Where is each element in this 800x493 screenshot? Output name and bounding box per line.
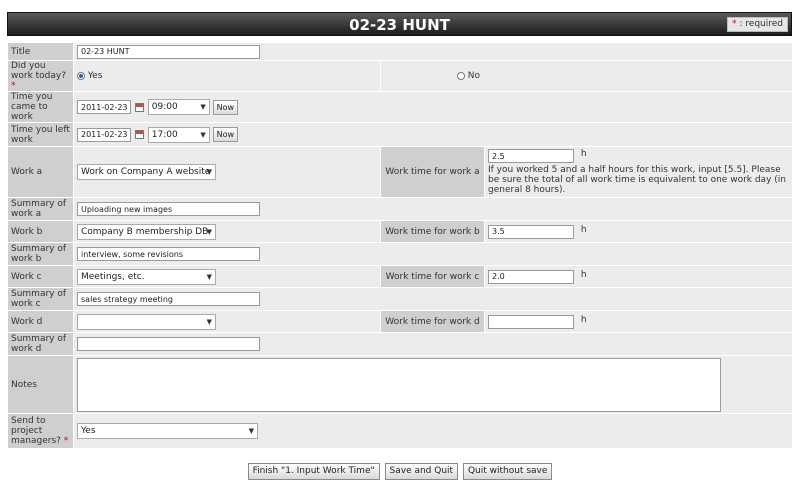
form-actions: Finish "1. Input Work Time" Save and Qui… [0,463,800,480]
chevron-down-icon: ▼ [200,130,206,139]
work-a-label: Work a [7,146,74,198]
title-input[interactable] [77,44,260,59]
work-c-time-unit: h [580,269,587,280]
summary-b-label: Summary of work b [7,242,74,266]
required-star: * [732,19,737,29]
row-summary-b: Summary of work b [7,242,794,266]
send-pm-select[interactable]: Yes ▼ [77,423,258,439]
worked-today-label-text: Did you work today? [11,61,67,81]
chevron-down-icon: ▼ [206,272,212,281]
quit-without-save-button[interactable]: Quit without save [462,463,553,480]
work-c-time-input[interactable] [488,269,574,284]
row-summary-d: Summary of work d [7,332,794,356]
work-b-select[interactable]: Company B membership DB ▼ [77,223,216,240]
left-now-button[interactable]: Now [212,127,239,142]
work-a-time-unit: h [580,149,587,159]
row-time-left: Time you left work 17:00 ▼ Now [7,122,794,147]
work-d-time-input[interactable] [488,314,574,329]
work-b-value: Company B membership DB [81,226,209,237]
page-header: 02-23 HUNT * : required [7,12,792,36]
work-report-form: Title Did you work today? * Yes No Time … [7,42,794,449]
row-time-came: Time you came to work 09:00 ▼ Now [7,91,794,123]
save-quit-button[interactable]: Save and Quit [384,463,459,480]
required-legend-text: : required [739,19,783,29]
page-title: 02-23 HUNT [349,16,450,34]
send-pm-label-text: Send to project managers? [11,416,61,446]
summary-d-label: Summary of work d [7,332,74,356]
summary-a-label: Summary of work a [7,197,74,221]
work-d-time-unit: h [580,314,587,325]
came-now-button[interactable]: Now [212,99,239,115]
required-star: * [11,81,16,91]
left-date-input[interactable] [77,127,131,142]
row-send-pm: Send to project managers? * Yes ▼ [7,413,794,449]
row-summary-c: Summary of work c [7,287,794,311]
send-pm-label: Send to project managers? * [7,413,74,449]
chevron-down-icon: ▼ [206,317,212,326]
work-a-time-label: Work time for work a [380,146,485,198]
work-d-label: Work d [7,310,74,333]
summary-a-input[interactable] [77,202,260,216]
worked-no-label[interactable]: No [468,71,480,81]
work-c-time-label: Work time for work c [380,265,485,288]
time-left-label: Time you left work [7,122,74,147]
work-c-select[interactable]: Meetings, etc. ▼ [77,268,216,285]
work-c-label: Work c [7,265,74,288]
send-pm-value: Yes [81,426,96,436]
work-c-value: Meetings, etc. [81,271,145,282]
work-time-hint: If you worked 5 and a half hours for thi… [488,165,786,195]
work-d-select[interactable]: ▼ [77,313,216,330]
came-time-value: 09:00 [151,102,178,112]
left-time-select[interactable]: 17:00 ▼ [147,126,210,143]
row-title: Title [7,42,794,61]
row-work-c: Work c Meetings, etc. ▼ Work time for wor… [7,265,794,288]
row-worked-today: Did you work today? * Yes No [7,60,794,92]
chevron-down-icon: ▼ [248,427,254,435]
row-work-b: Work b Company B membership DB ▼ Work tim… [7,220,794,243]
worked-no-radio[interactable] [456,71,465,80]
required-legend: * : required [727,17,788,32]
row-notes: Notes [7,355,794,414]
work-a-time-input[interactable] [488,149,574,163]
work-b-label: Work b [7,220,74,243]
calendar-icon[interactable] [134,130,144,139]
work-b-time-label: Work time for work b [380,220,485,243]
summary-d-input[interactable] [77,337,260,351]
chevron-down-icon: ▼ [206,227,212,236]
work-b-time-input[interactable] [488,224,574,239]
row-work-d: Work d ▼ Work time for work d h [7,310,794,333]
came-time-select[interactable]: 09:00 ▼ [147,99,210,115]
summary-b-input[interactable] [77,247,260,261]
row-work-a: Work a Work on Company A website ▼ Work t… [7,146,794,198]
came-date-input[interactable] [77,100,131,114]
chevron-down-icon: ▼ [200,103,206,111]
title-label: Title [7,42,74,61]
work-a-select[interactable]: Work on Company A website ▼ [77,164,216,180]
notes-label: Notes [7,355,74,414]
summary-c-label: Summary of work c [7,287,74,311]
finish-button[interactable]: Finish "1. Input Work Time" [247,463,380,480]
work-a-value: Work on Company A website [81,167,211,177]
worked-yes-label[interactable]: Yes [88,71,103,81]
left-time-value: 17:00 [151,129,178,140]
work-b-time-unit: h [580,224,587,235]
notes-textarea[interactable] [77,357,721,412]
worked-yes-radio[interactable] [77,71,85,80]
time-came-label: Time you came to work [7,91,74,123]
work-d-time-label: Work time for work d [380,310,485,333]
calendar-icon[interactable] [134,102,144,112]
chevron-down-icon: ▼ [206,168,212,176]
worked-today-label: Did you work today? * [7,60,74,92]
required-star: * [63,436,69,446]
row-summary-a: Summary of work a [7,197,794,221]
summary-c-input[interactable] [77,292,260,306]
